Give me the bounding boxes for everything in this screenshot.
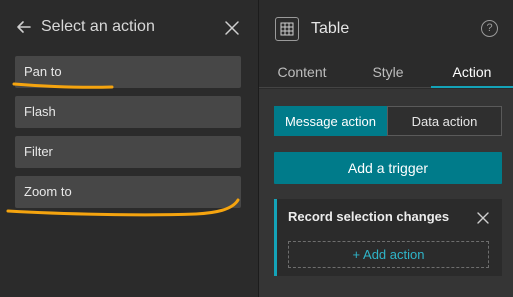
widget-title: Table (311, 20, 350, 37)
trigger-card: Record selection changes + Add action (274, 199, 502, 276)
tab-style[interactable]: Style (345, 56, 431, 88)
data-action-button[interactable]: Data action (387, 106, 502, 136)
active-tab-indicator (431, 86, 513, 88)
add-action-button[interactable]: + Add action (288, 241, 489, 268)
trigger-title: Record selection changes (288, 209, 450, 224)
action-item-label: Pan to (24, 64, 62, 79)
panel-title: Select an action (41, 18, 155, 35)
action-settings-section: Message action Data action Add a trigger… (259, 89, 513, 297)
add-trigger-button[interactable]: Add a trigger (274, 152, 502, 184)
action-item-pan-to[interactable]: Pan to (15, 56, 241, 88)
widget-settings-panel: Table ? Content Style Action Message act… (259, 0, 513, 297)
message-action-button[interactable]: Message action (274, 106, 387, 136)
close-icon[interactable] (222, 18, 242, 38)
action-item-label: Filter (24, 144, 53, 159)
action-item-filter[interactable]: Filter (15, 136, 241, 168)
close-icon[interactable] (475, 210, 491, 226)
tab-content[interactable]: Content (259, 56, 345, 88)
tab-action[interactable]: Action (431, 56, 513, 88)
select-action-header: Select an action (0, 0, 258, 52)
action-item-label: Zoom to (24, 184, 72, 199)
help-icon[interactable]: ? (481, 20, 498, 37)
action-item-label: Flash (24, 104, 56, 119)
arrow-left-icon[interactable] (14, 17, 34, 37)
settings-tabs: Content Style Action (259, 56, 513, 88)
action-item-flash[interactable]: Flash (15, 96, 241, 128)
app-window: Select an action Pan to Flash Filter Zoo… (0, 0, 513, 297)
action-item-zoom-to[interactable]: Zoom to (15, 176, 241, 208)
select-action-panel: Select an action Pan to Flash Filter Zoo… (0, 0, 258, 297)
table-icon (275, 17, 299, 41)
